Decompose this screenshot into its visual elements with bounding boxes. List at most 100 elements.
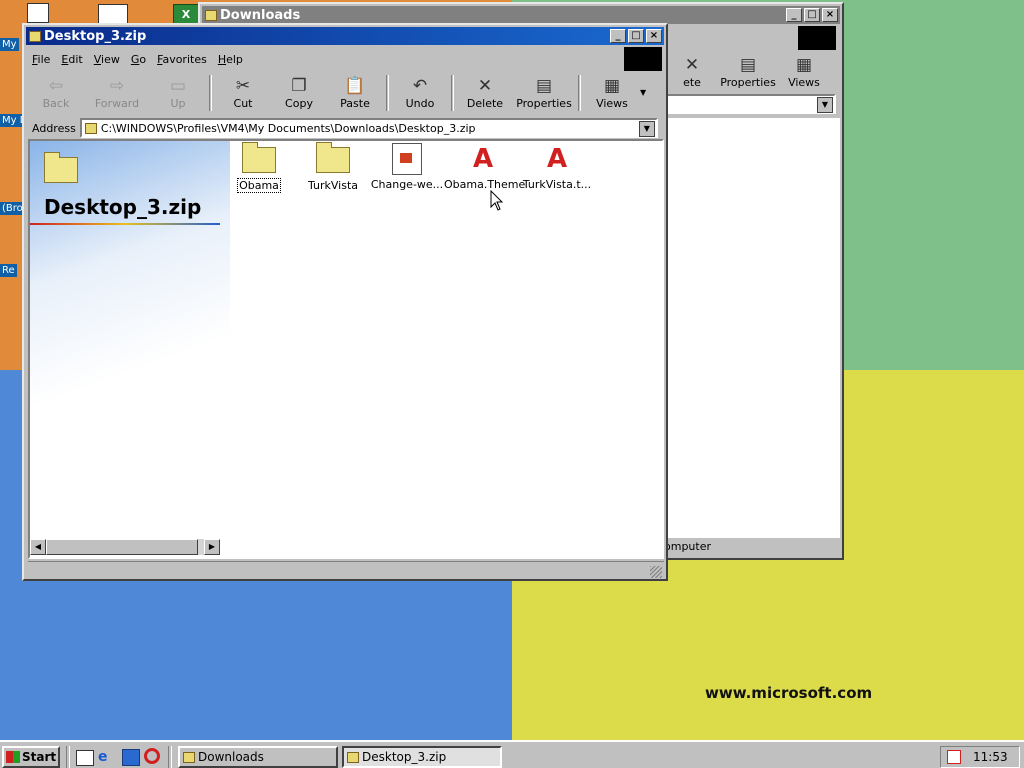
- toolbar-paste-button[interactable]: 📋 Paste: [327, 73, 383, 113]
- views-icon: ▦: [795, 55, 813, 75]
- internet-explorer-icon[interactable]: e: [98, 749, 108, 765]
- file-item-turkvista-theme[interactable]: A TurkVista.t...: [518, 143, 596, 191]
- menu-go[interactable]: Go: [131, 53, 146, 66]
- toolbar-up-label: Up: [170, 97, 186, 110]
- standard-toolbar: ⇦ Back ⇨ Forward ▭ Up ✂ Cut ❐ Copy 📋 Paste ↶ Un…: [28, 73, 652, 113]
- folder-icon: [183, 751, 195, 763]
- desktop-zip-titlebar[interactable]: Desktop_3.zip _ □ ×: [26, 27, 664, 45]
- toolbar-undo-label: Undo: [405, 97, 435, 110]
- toolbar-views-button[interactable]: ▦ Views: [584, 73, 640, 113]
- mouse-cursor-icon: [490, 190, 504, 211]
- zip-folder-icon: [44, 152, 78, 183]
- taskbar-downloads-button[interactable]: Downloads: [178, 746, 338, 768]
- file-item-label[interactable]: TurkVista.t...: [523, 178, 591, 191]
- address-dropdown-button[interactable]: ▼: [638, 121, 655, 137]
- views-dropdown-icon[interactable]: ▼: [640, 73, 652, 113]
- address-label: Address: [32, 121, 76, 135]
- file-item-label[interactable]: Obama.Theme: [444, 178, 525, 191]
- resize-grip-icon[interactable]: [650, 566, 662, 578]
- scroll-thumb[interactable]: [46, 539, 198, 555]
- show-desktop-icon[interactable]: [76, 750, 94, 766]
- my-computer-icon[interactable]: [27, 3, 49, 23]
- downloads-status-text: omputer: [664, 540, 712, 553]
- scroll-left-button[interactable]: ◀: [30, 539, 46, 555]
- toolbar-separator: [209, 75, 212, 111]
- zip-folder-icon: [29, 30, 41, 42]
- address-field[interactable]: C:\WINDOWS\Profiles\VM4\My Documents\Dow…: [79, 118, 658, 138]
- file-item-turkvista-folder[interactable]: TurkVista: [294, 142, 372, 192]
- up-folder-icon: ▭: [169, 76, 187, 96]
- desktop-zip-window[interactable]: Desktop_3.zip _ □ × File Edit View Go Fa…: [22, 23, 668, 581]
- file-item-obama-theme[interactable]: A Obama.Theme: [444, 143, 525, 191]
- clock[interactable]: 11:53: [973, 750, 1008, 764]
- minimize-button[interactable]: _: [610, 29, 626, 43]
- system-tray: 11:53: [940, 746, 1020, 768]
- toolbar-copy-button[interactable]: ❐ Copy: [271, 73, 327, 113]
- toolbar-separator: [386, 75, 389, 111]
- file-item-change-we-program[interactable]: Change-we...: [368, 143, 446, 191]
- opera-icon[interactable]: [144, 748, 160, 764]
- scheduler-tray-icon[interactable]: [947, 750, 961, 764]
- file-item-obama-folder[interactable]: Obama: [220, 142, 298, 193]
- menu-view[interactable]: View: [94, 53, 120, 66]
- windows-logo-icon: [798, 26, 836, 50]
- taskbar-desktop-zip-button[interactable]: Desktop_3.zip: [342, 746, 502, 768]
- toolbar-forward-button[interactable]: ⇨ Forward: [84, 73, 150, 113]
- back-arrow-icon: ⇦: [48, 76, 64, 96]
- forward-arrow-icon: ⇨: [109, 76, 125, 96]
- address-dropdown-button[interactable]: ▼: [817, 97, 833, 113]
- file-item-label[interactable]: Change-we...: [371, 178, 443, 191]
- downloads-titlebar[interactable]: Downloads _ □ ×: [202, 6, 840, 24]
- toolbar-properties-button[interactable]: ▤ Properties: [720, 52, 776, 92]
- close-button[interactable]: ×: [646, 29, 662, 43]
- folder-content-pane[interactable]: Desktop_3.zip Obama TurkVista Change-we.…: [28, 139, 664, 559]
- theme-file-icon: A: [546, 144, 568, 174]
- menu-edit[interactable]: Edit: [61, 53, 82, 66]
- taskbar-downloads-label: Downloads: [198, 750, 264, 764]
- menu-help[interactable]: Help: [218, 53, 243, 66]
- close-button[interactable]: ×: [822, 8, 838, 22]
- desktop-zip-window-title: Desktop_3.zip: [44, 28, 147, 44]
- folder-icon: [242, 142, 276, 173]
- web-view-side-panel: Desktop_3.zip: [30, 141, 230, 557]
- side-panel-title: Desktop_3.zip: [44, 195, 202, 219]
- toolbar-cut-label: Cut: [233, 97, 253, 110]
- file-item-label[interactable]: Obama: [237, 178, 281, 193]
- menu-favorites[interactable]: Favorites: [157, 53, 207, 66]
- toolbar-forward-label: Forward: [94, 97, 140, 110]
- address-bar: Address C:\WINDOWS\Profiles\VM4\My Docum…: [28, 117, 664, 139]
- maximize-button[interactable]: □: [804, 8, 820, 22]
- menu-file[interactable]: File: [32, 53, 50, 66]
- toolbar-properties-button[interactable]: ▤ Properties: [513, 73, 575, 113]
- undo-icon: ↶: [412, 76, 428, 96]
- maximize-button[interactable]: □: [628, 29, 644, 43]
- status-bar: [28, 561, 664, 578]
- folder-icon: [205, 9, 217, 21]
- toolbar-up-button[interactable]: ▭ Up: [150, 73, 206, 113]
- taskbar-separator: [168, 746, 172, 768]
- toolbar-views-button[interactable]: ▦ Views: [776, 52, 832, 92]
- toolbar-copy-label: Copy: [285, 97, 313, 110]
- minimize-button[interactable]: _: [786, 8, 802, 22]
- toolbar-delete-button[interactable]: ✕ ete: [664, 52, 720, 92]
- address-value[interactable]: C:\WINDOWS\Profiles\VM4\My Documents\Dow…: [101, 122, 476, 135]
- downloads-content-area[interactable]: [664, 118, 840, 538]
- file-item-label[interactable]: TurkVista: [308, 179, 358, 192]
- downloads-address-field[interactable]: ▼: [664, 94, 836, 114]
- windows-logo-icon: [6, 751, 20, 763]
- start-button[interactable]: Start: [2, 746, 60, 768]
- scroll-right-button[interactable]: ▶: [204, 539, 220, 555]
- toolbar-back-button[interactable]: ⇦ Back: [28, 73, 84, 113]
- taskbar-separator: [66, 746, 70, 768]
- toolbar-undo-button[interactable]: ↶ Undo: [392, 73, 448, 113]
- horizontal-scrollbar[interactable]: ◀ ▶: [30, 539, 220, 555]
- desktop-icon-label-my-computer[interactable]: My: [0, 38, 19, 51]
- properties-icon: ▤: [739, 55, 757, 75]
- toolbar-views-label: Views: [788, 76, 820, 89]
- toolbar-cut-button[interactable]: ✂ Cut: [215, 73, 271, 113]
- toolbar-properties-label: Properties: [720, 76, 776, 89]
- copy-icon: ❐: [291, 76, 307, 96]
- outlook-express-icon[interactable]: [122, 749, 140, 766]
- toolbar-delete-button[interactable]: ✕ Delete: [457, 73, 513, 113]
- desktop-icon-label-recycle-bin[interactable]: Re: [0, 264, 17, 277]
